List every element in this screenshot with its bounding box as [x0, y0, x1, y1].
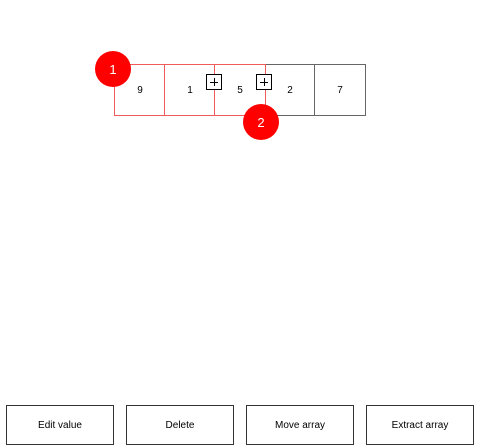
array-cell-1[interactable]: 1 — [164, 64, 216, 116]
range-start-label: 1 — [109, 61, 117, 77]
range-end-label: 2 — [257, 114, 265, 130]
extract-array-button[interactable]: Extract array — [366, 405, 474, 445]
edit-value-button[interactable]: Edit value — [6, 405, 114, 445]
range-start-handle[interactable]: 1 — [95, 51, 131, 87]
delete-button[interactable]: Delete — [126, 405, 234, 445]
array-cell-value: 1 — [187, 84, 193, 96]
insert-plus-icon[interactable] — [206, 74, 222, 90]
array-cell-value: 5 — [237, 84, 243, 96]
move-array-button[interactable]: Move array — [246, 405, 354, 445]
array-cell-value: 7 — [337, 84, 343, 96]
array-cell-value: 9 — [137, 84, 143, 96]
insert-plus-icon[interactable] — [256, 74, 272, 90]
range-end-handle[interactable]: 2 — [243, 104, 279, 140]
array-cell-value: 2 — [287, 84, 293, 96]
array-cell-4[interactable]: 7 — [314, 64, 366, 116]
